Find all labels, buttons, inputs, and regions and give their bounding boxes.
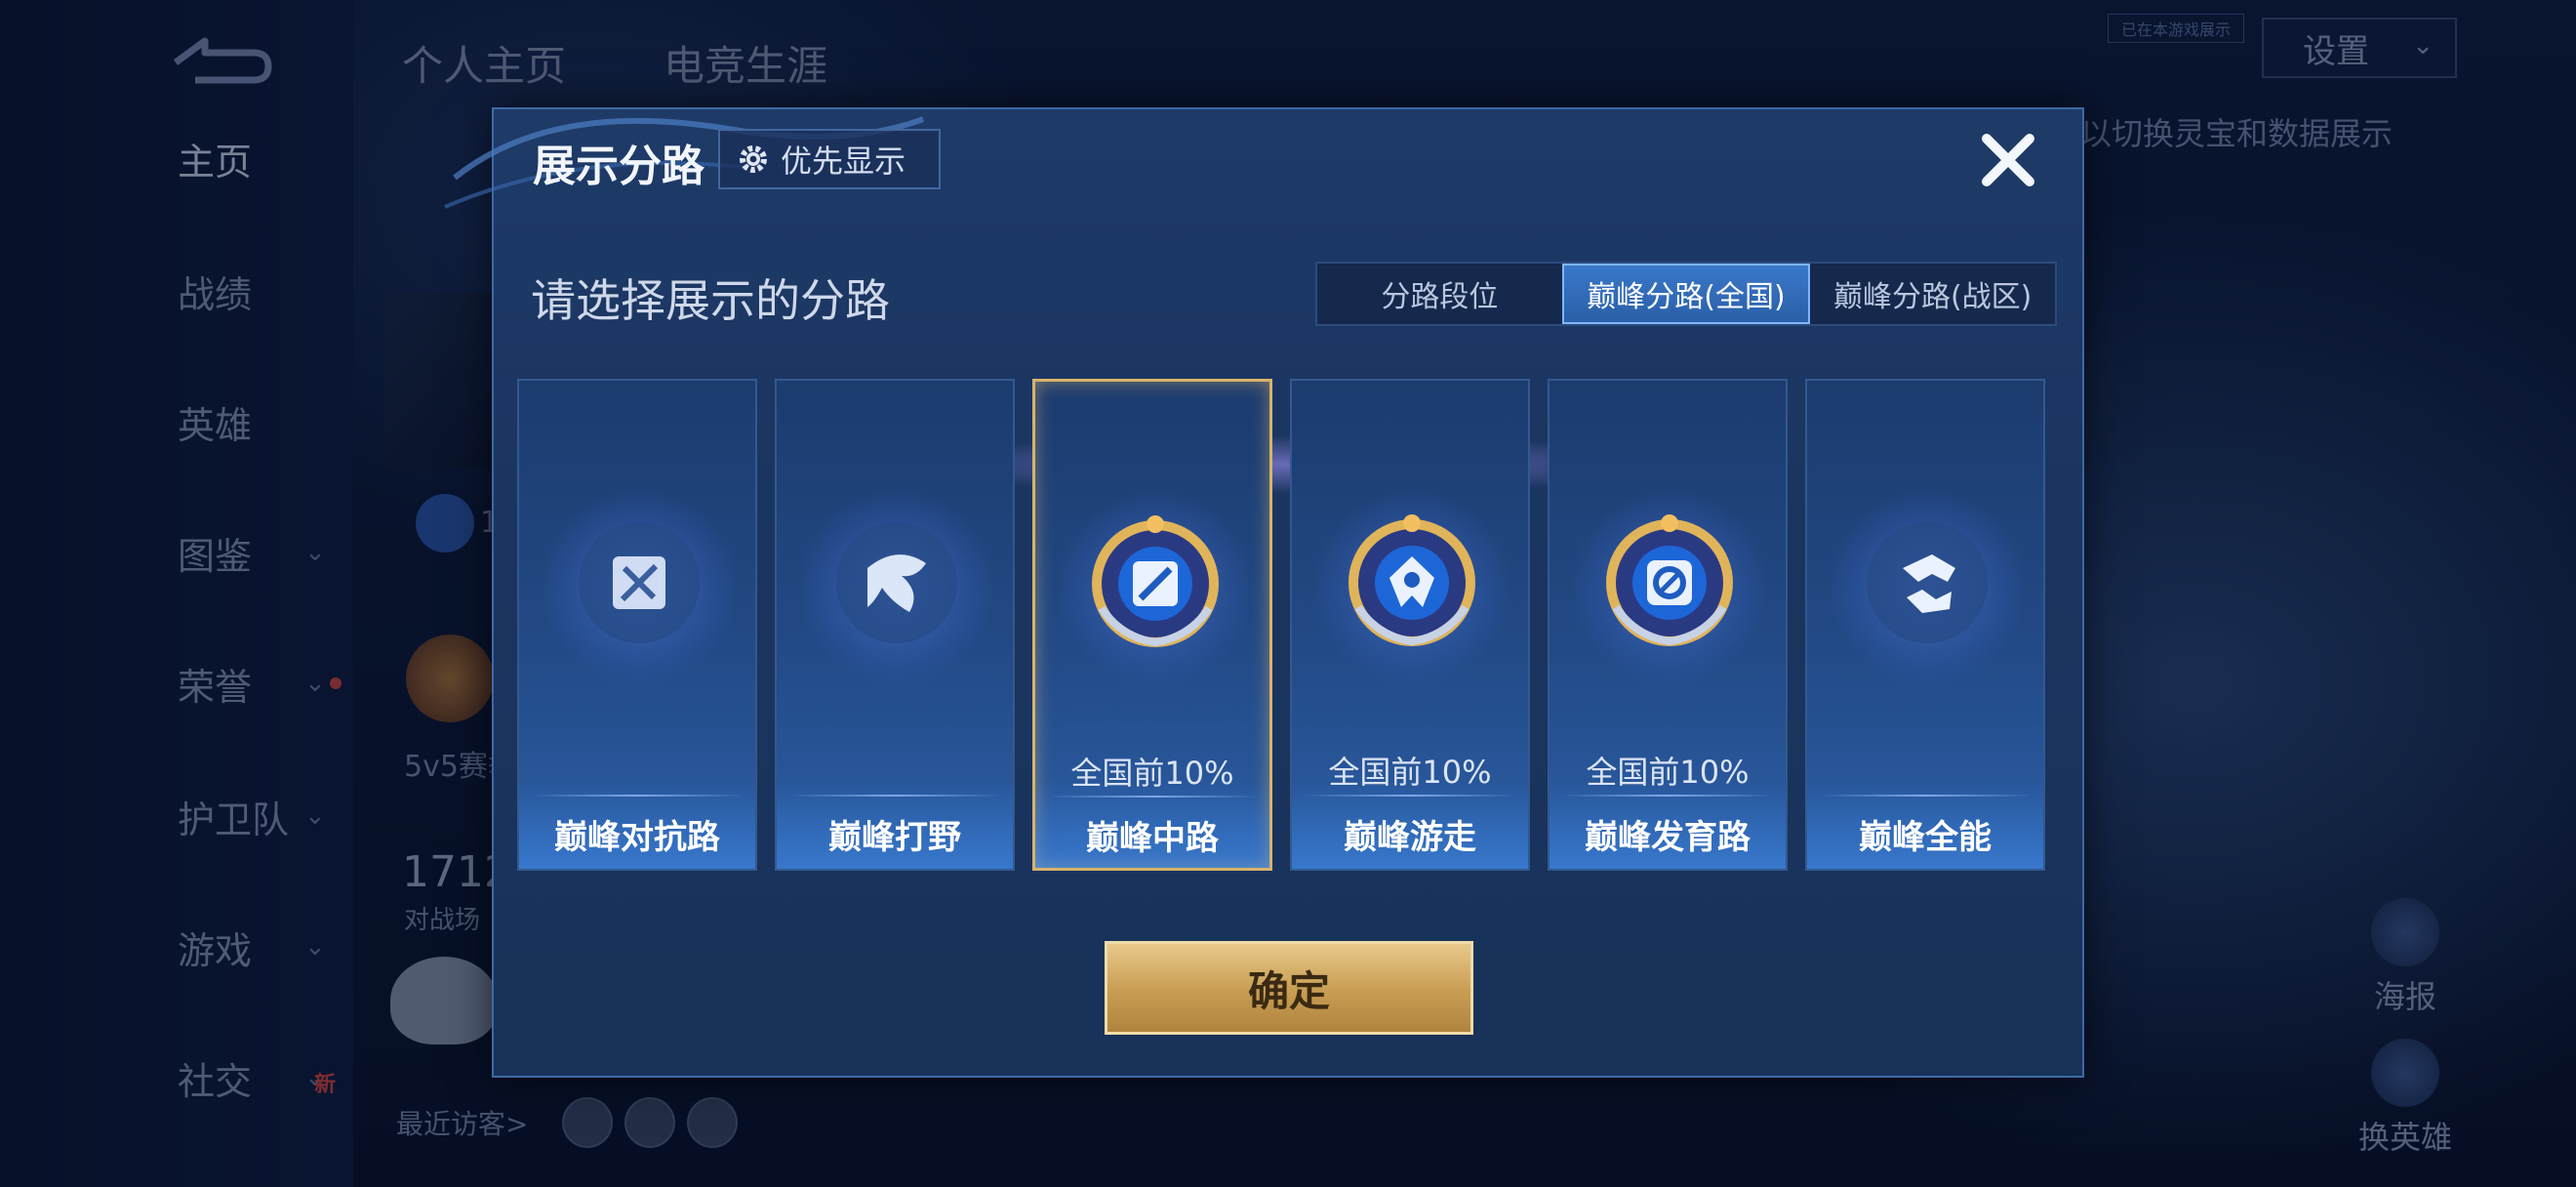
lane-name: 巅峰全能 — [1859, 818, 1992, 857]
switch-hero-button[interactable]: 换英雄 — [2342, 1039, 2469, 1158]
poster-label: 海报 — [2373, 978, 2436, 1015]
lane-name: 巅峰对抗路 — [554, 818, 720, 857]
back-icon[interactable] — [166, 33, 273, 92]
sidebar-item[interactable]: 图鉴 ⌄ — [0, 513, 353, 592]
lane-card[interactable]: 全国前10% 巅峰发育路 — [1548, 379, 1788, 871]
lane-type-tab[interactable]: 巅峰分路(战区) — [1810, 264, 2055, 324]
roam-icon — [1339, 510, 1485, 656]
clash-lane-icon — [566, 510, 712, 656]
sidebar-item-label: 游戏 — [178, 928, 253, 972]
card-divider — [788, 795, 1001, 797]
jungle-icon — [824, 510, 970, 656]
lane-type-tab[interactable]: 巅峰分路(全国) — [1561, 264, 1811, 324]
priority-display-label: 优先显示 — [781, 143, 906, 180]
mascot-avatar — [390, 957, 498, 1044]
sidebar-item-label: 图鉴 — [178, 534, 253, 578]
sidebar-item[interactable]: 主页 — [0, 119, 353, 197]
mid-lane-icon — [1082, 511, 1228, 657]
left-nav: 主页 战绩 英雄 图鉴 ⌄ 荣誉 ⌄ 护卫队 ⌄ 游戏 ⌄ 社交 ⌄ 新 — [0, 0, 353, 1187]
tab-personal-home[interactable]: 个人主页 — [402, 33, 566, 93]
chevron-down-icon: ⌄ — [304, 801, 326, 831]
priority-display-button[interactable]: 优先显示 — [718, 129, 941, 189]
display-lane-dialog: 展示分路 优先显示 请选择展示的分路 分路段位 巅峰分路(全国) 巅峰分路(战区) … — [444, 107, 2084, 1078]
lane-type-tabs: 分路段位 巅峰分路(全国) 巅峰分路(战区) — [1315, 262, 2057, 326]
visitor-avatar[interactable] — [562, 1097, 613, 1148]
sidebar-item-label: 战绩 — [178, 272, 253, 316]
sidebar-item[interactable]: 社交 ⌄ — [0, 1039, 353, 1117]
lane-name: 巅峰发育路 — [1585, 818, 1751, 857]
settings-dropdown[interactable]: 设置 ⌄ — [2262, 18, 2457, 78]
poster-icon — [2371, 898, 2439, 966]
chevron-down-icon: ⌄ — [304, 538, 326, 567]
lane-card[interactable]: 巅峰打野 — [775, 379, 1015, 871]
lane-card[interactable]: 全国前10% 巅峰中路 — [1032, 379, 1272, 871]
rank-percentile: 全国前10% — [1328, 754, 1492, 791]
farm-lane-icon — [1596, 510, 1743, 656]
card-divider — [1304, 795, 1516, 797]
sidebar-item-label: 主页 — [178, 140, 253, 184]
chevron-down-icon: ⌄ — [2412, 31, 2434, 61]
rank-percentile: 全国前10% — [1070, 755, 1234, 792]
new-badge: 新 — [314, 1073, 337, 1097]
lane-card[interactable]: 巅峰对抗路 — [517, 379, 757, 871]
sidebar-item-label: 社交 — [178, 1059, 253, 1103]
lane-type-tab[interactable]: 分路段位 — [1317, 264, 1562, 324]
display-tag: 已在本游戏展示 — [2108, 14, 2244, 43]
level-icon — [416, 494, 474, 553]
select-lane-prompt: 请选择展示的分路 — [531, 274, 890, 327]
sidebar-item-label: 英雄 — [178, 403, 253, 447]
switch-hero-label: 换英雄 — [2357, 1119, 2452, 1156]
card-divider — [531, 795, 744, 797]
tab-esports-career[interactable]: 电竞生涯 — [664, 33, 827, 93]
rank-emblem — [406, 634, 494, 722]
poster-button[interactable]: 海报 — [2342, 898, 2469, 1017]
gear-icon — [740, 145, 767, 173]
sidebar-item[interactable]: 护卫队 ⌄ — [0, 777, 353, 855]
close-button[interactable] — [1973, 125, 2043, 195]
sidebar-item[interactable]: 战绩 — [0, 252, 353, 330]
visitor-avatar[interactable] — [624, 1097, 675, 1148]
lane-name: 巅峰打野 — [828, 818, 961, 857]
dialog-title: 展示分路 — [533, 142, 704, 191]
lane-card[interactable]: 全国前10% 巅峰游走 — [1290, 379, 1530, 871]
rank-percentile: 全国前10% — [1586, 754, 1750, 791]
settings-label: 设置 — [2303, 31, 2369, 71]
card-divider — [1819, 795, 2032, 797]
recent-visitors-link[interactable]: 最近访客> — [396, 1103, 528, 1142]
visitor-avatar[interactable] — [687, 1097, 738, 1148]
lane-card-list: 巅峰对抗路 巅峰打野 全国前10% 巅峰中路 全国前10% 巅峰游走 全国前10% 巅峰发育路… — [517, 379, 2063, 871]
lane-name: 巅峰中路 — [1086, 819, 1219, 858]
match-count-label: 对战场 — [404, 906, 481, 935]
card-divider — [1047, 796, 1258, 798]
sidebar-item[interactable]: 游戏 ⌄ — [0, 908, 353, 986]
all-round-icon — [1854, 510, 2000, 656]
hint-text: 以切换灵宝和数据展示 — [2080, 115, 2394, 152]
close-icon — [1982, 134, 2034, 186]
sidebar-item-label: 荣誉 — [178, 665, 253, 709]
switch-hero-icon — [2371, 1039, 2439, 1107]
notification-dot — [330, 677, 342, 689]
chevron-down-icon: ⌄ — [304, 669, 326, 698]
lane-card[interactable]: 巅峰全能 — [1805, 379, 2045, 871]
confirm-button[interactable]: 确定 — [1105, 941, 1473, 1035]
chevron-down-icon: ⌄ — [304, 932, 326, 962]
sidebar-item[interactable]: 荣誉 ⌄ — [0, 644, 353, 722]
card-divider — [1561, 795, 1774, 797]
sidebar-item-label: 护卫队 — [178, 798, 290, 841]
sidebar-item[interactable]: 英雄 — [0, 383, 353, 461]
lane-name: 巅峰游走 — [1344, 818, 1476, 857]
